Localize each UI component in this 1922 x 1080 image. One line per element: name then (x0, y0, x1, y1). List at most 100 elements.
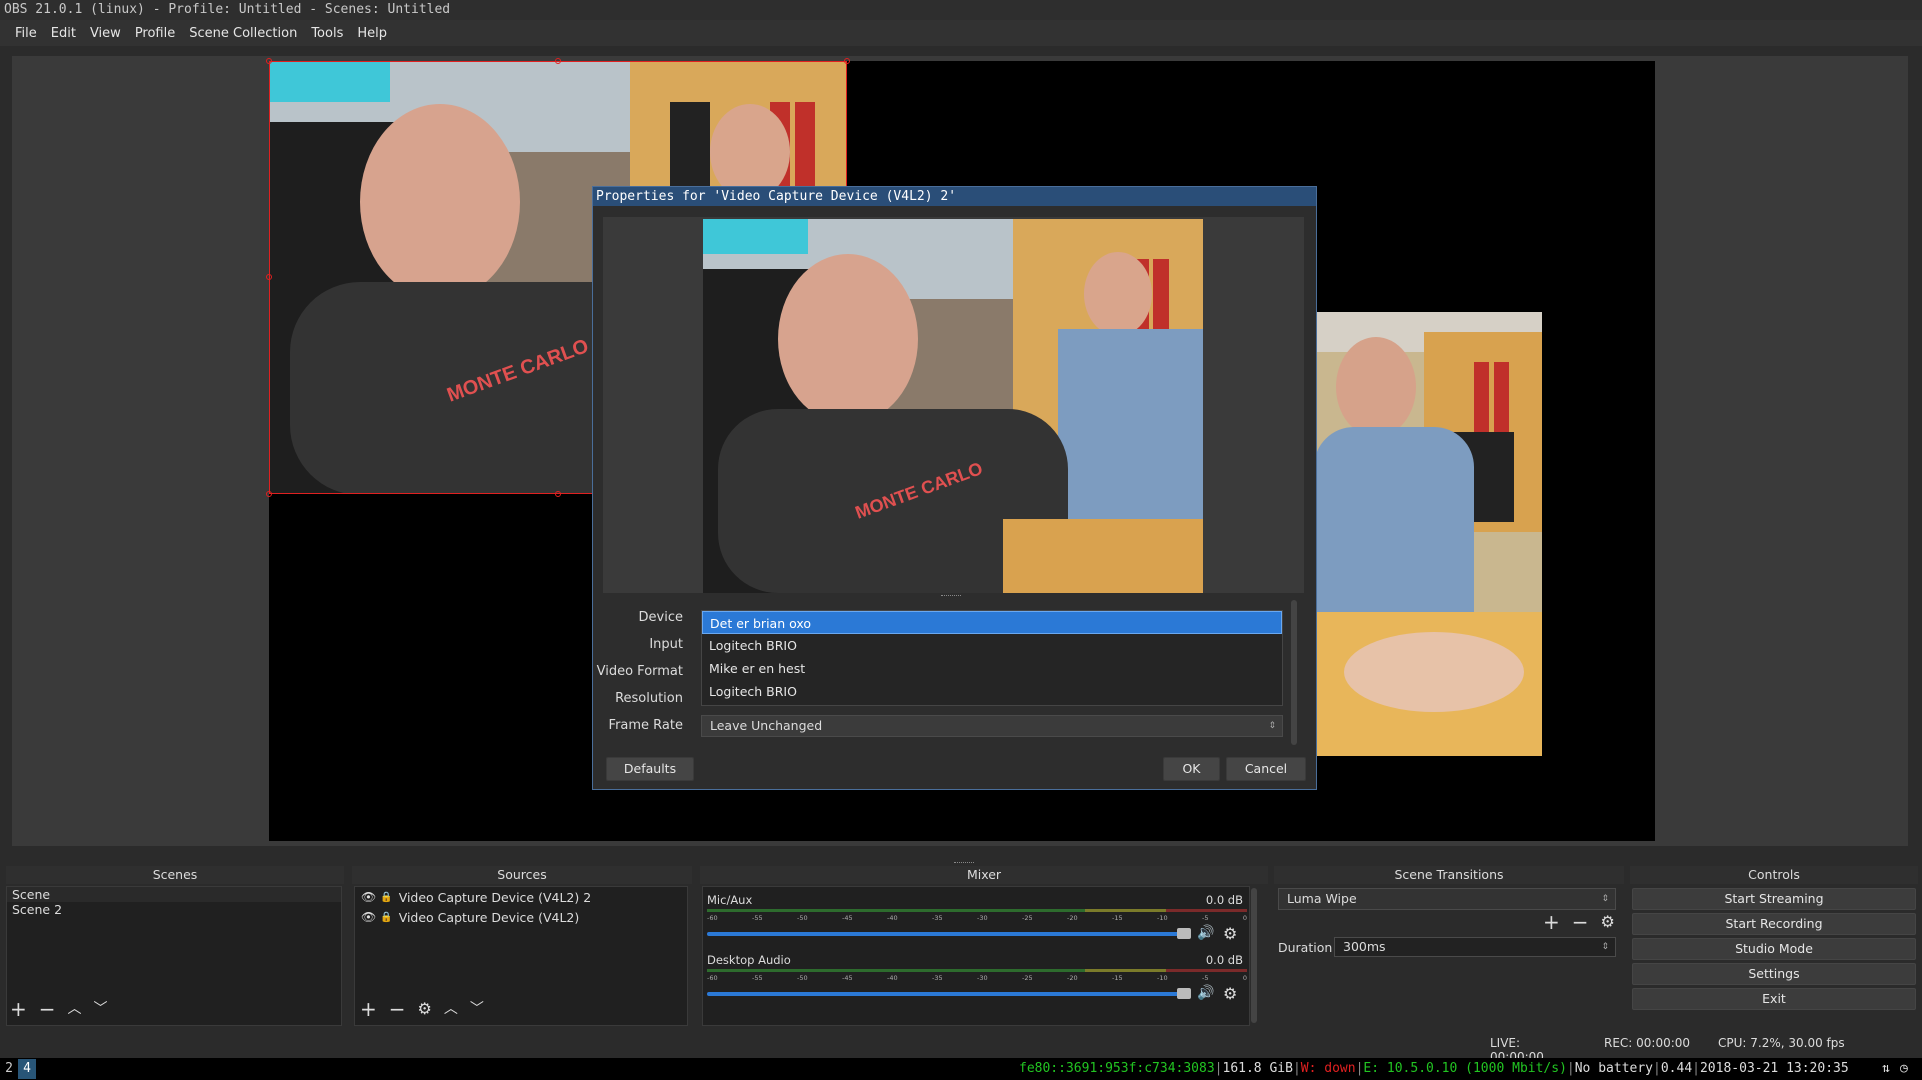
start-streaming-button[interactable]: Start Streaming (1632, 888, 1916, 910)
resize-handle[interactable] (555, 491, 561, 497)
resize-handle[interactable] (844, 58, 850, 64)
move-up-icon[interactable]: ︿ (68, 999, 82, 1019)
meter-ticks: -60 -55 -50 -45 -40 -35 -30 -25 -20 -15 -10 -5 0 (707, 914, 1247, 922)
clock-tray-icon[interactable]: ◷ (1900, 1058, 1908, 1080)
remove-icon[interactable]: − (1572, 912, 1589, 932)
workspace-button[interactable]: 2 (0, 1059, 18, 1079)
scenes-header: Scenes (6, 866, 344, 884)
device-option[interactable]: Logitech BRIO (702, 634, 1282, 657)
device-dropdown-list[interactable]: Det er brian oxo Logitech BRIO Mike er e… (701, 610, 1283, 706)
start-recording-button[interactable]: Start Recording (1632, 913, 1916, 935)
scrollbar[interactable] (1291, 600, 1297, 745)
gear-icon[interactable]: ⚙ (1223, 984, 1237, 1003)
menu-scene-collection[interactable]: Scene Collection (189, 26, 297, 41)
mixer-header: Mixer (700, 866, 1268, 884)
speaker-icon[interactable]: 🔊 (1197, 925, 1214, 941)
menu-view[interactable]: View (90, 26, 121, 41)
ethernet-status: E: 10.5.0.10 (1000 Mbit/s) (1363, 1061, 1567, 1076)
duration-spinbox[interactable]: 300ms ⇕ (1334, 937, 1616, 957)
properties-dialog: Properties for 'Video Capture Device (V4… (592, 186, 1317, 790)
move-down-icon[interactable]: ﹀ (94, 999, 108, 1019)
resize-handle[interactable] (266, 58, 272, 64)
rec-status: REC: 00:00:00 (1604, 1036, 1691, 1050)
load-average: 0.44 (1660, 1061, 1693, 1076)
mixer-panel: Mic/Aux 0.0 dB -60 -55 -50 -45 -40 -35 -30 -25-… (702, 886, 1250, 1026)
slider-handle[interactable] (1177, 928, 1191, 939)
frame-rate-select[interactable]: Leave Unchanged ⇕ (701, 715, 1283, 737)
settings-button[interactable]: Settings (1632, 963, 1916, 985)
menu-profile[interactable]: Profile (135, 26, 175, 41)
controls-header: Controls (1630, 866, 1918, 884)
source-name: Video Capture Device (V4L2) (398, 909, 580, 925)
mixer-channel-name: Desktop Audio (707, 953, 791, 967)
source-item[interactable]: 👁 🔒 Video Capture Device (V4L2) (355, 907, 687, 927)
clock: 2018-03-21 13:20:35 (1699, 1061, 1849, 1076)
cancel-button[interactable]: Cancel (1226, 757, 1306, 781)
volume-slider[interactable] (707, 992, 1187, 996)
source-video-capture[interactable] (1314, 312, 1542, 756)
lock-icon[interactable]: 🔒 (380, 912, 392, 923)
add-icon[interactable]: + (1543, 912, 1560, 932)
camera-frame-image (1314, 312, 1542, 756)
device-label: Device (638, 610, 683, 625)
studio-mode-button[interactable]: Studio Mode (1632, 938, 1916, 960)
menu-edit[interactable]: Edit (51, 26, 76, 41)
volume-meter (707, 909, 1247, 912)
ok-button[interactable]: OK (1163, 757, 1220, 781)
device-option[interactable]: Mike er en hest (702, 657, 1282, 680)
scrollbar[interactable] (1251, 888, 1257, 1023)
source-item[interactable]: 👁 🔒 Video Capture Device (V4L2) 2 (355, 887, 687, 907)
scene-item[interactable]: Scene (7, 887, 341, 902)
wifi-status: W: down (1300, 1061, 1356, 1076)
meter-ticks: -60 -55 -50 -45 -40 -35 -30 -25 -20 -15 -10 -5 0 (707, 974, 1247, 982)
ipv6-address: fe80::3691:953f:c734:3083 (1019, 1061, 1215, 1076)
splitter-handle[interactable] (941, 595, 961, 598)
device-option[interactable]: Logitech BRIO (702, 680, 1282, 703)
status-bar-items: fe80::3691:953f:c734:3083|161.8 GiB|W: d… (1019, 1061, 1849, 1076)
eye-icon[interactable]: 👁 (361, 890, 376, 904)
menu-help[interactable]: Help (357, 26, 387, 41)
remove-icon[interactable]: − (389, 999, 406, 1019)
add-icon[interactable]: + (10, 999, 27, 1019)
device-option[interactable]: Det er brian oxo (702, 611, 1282, 634)
resize-handle[interactable] (266, 491, 272, 497)
gear-icon[interactable]: ⚙ (1601, 912, 1615, 932)
defaults-button[interactable]: Defaults (606, 757, 694, 781)
scene-item[interactable]: Scene 2 (7, 902, 341, 917)
mixer-db-value: 0.0 dB (1205, 893, 1243, 907)
transition-select[interactable]: Luma Wipe ⇕ (1278, 888, 1616, 910)
dialog-title: Properties for 'Video Capture Device (V4… (593, 187, 1316, 206)
slider-handle[interactable] (1177, 988, 1191, 999)
speaker-icon[interactable]: 🔊 (1197, 985, 1214, 1001)
workspace-button-active[interactable]: 4 (18, 1059, 36, 1079)
camera-frame-image: MONTE CARLO (703, 219, 1203, 593)
duration-value: 300ms (1343, 939, 1386, 954)
chevron-updown-icon: ⇕ (1268, 721, 1276, 731)
resize-handle[interactable] (555, 58, 561, 64)
splitter-handle[interactable] (954, 862, 974, 865)
add-icon[interactable]: + (360, 999, 377, 1019)
volume-slider[interactable] (707, 932, 1187, 936)
gear-icon[interactable]: ⚙ (418, 999, 432, 1019)
menu-tools[interactable]: Tools (311, 26, 343, 41)
resolution-label: Resolution (615, 691, 683, 706)
sources-header: Sources (352, 866, 692, 884)
resize-handle[interactable] (266, 274, 272, 280)
video-format-label: Video Format (596, 664, 683, 679)
sources-toolbar: + − ⚙ ︿ ﹀ (360, 999, 484, 1019)
move-up-icon[interactable]: ︿ (444, 999, 458, 1019)
source-name: Video Capture Device (V4L2) 2 (398, 889, 592, 905)
frame-rate-label: Frame Rate (608, 718, 683, 733)
eye-icon[interactable]: 👁 (361, 910, 376, 924)
exit-button[interactable]: Exit (1632, 988, 1916, 1010)
remove-icon[interactable]: − (39, 999, 56, 1019)
menu-bar: File Edit View Profile Scene Collection … (0, 20, 1922, 46)
transition-value: Luma Wipe (1287, 891, 1357, 906)
chevron-updown-icon: ⇕ (1601, 942, 1609, 952)
lock-icon[interactable]: 🔒 (380, 892, 392, 903)
move-down-icon[interactable]: ﹀ (470, 999, 484, 1019)
transition-toolbar: + − ⚙ (1543, 912, 1615, 932)
network-tray-icon[interactable]: ⇅ (1882, 1058, 1890, 1080)
gear-icon[interactable]: ⚙ (1223, 924, 1237, 943)
menu-file[interactable]: File (15, 26, 37, 41)
